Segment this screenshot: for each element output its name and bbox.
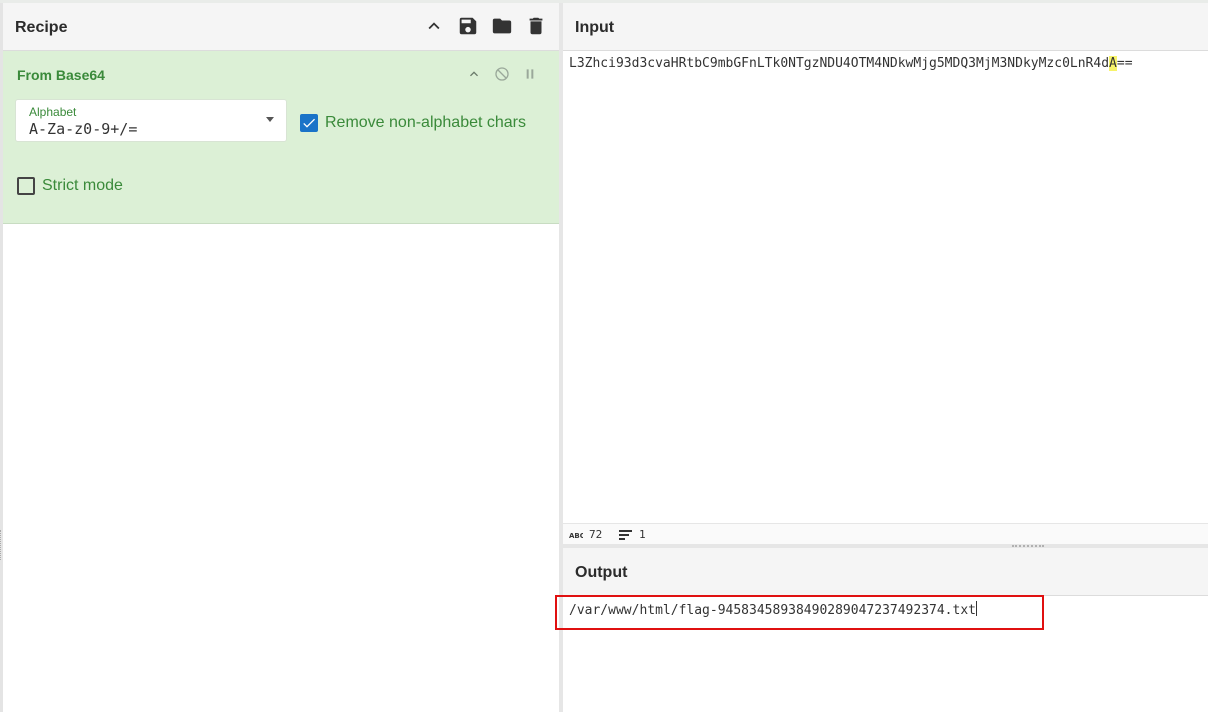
chevron-up-icon (428, 22, 440, 30)
output-title: Output (575, 564, 628, 581)
lines-stat: 1 (619, 528, 646, 541)
operation-title: From Base64 (17, 67, 105, 83)
collapse-all-button[interactable] (421, 13, 447, 39)
folder-icon (492, 18, 512, 34)
operation-from-base64: From Base64 Alphabet A-Za-z0-9+/= Remove… (3, 51, 559, 224)
lines-icon (619, 529, 632, 540)
chevron-up-icon (470, 71, 478, 77)
alphabet-label: Alphabet (29, 105, 77, 119)
remove-non-alphabet-checkbox[interactable]: Remove non-alphabet chars (300, 114, 526, 132)
svg-text:ABC: ABC (569, 532, 583, 540)
output-text: /var/www/html/flag-945834589384902890472… (569, 603, 976, 618)
length-value: 72 (589, 528, 603, 541)
recipe-header: Recipe (3, 3, 559, 51)
pause-icon (526, 69, 534, 79)
alphabet-value: A-Za-z0-9+/= (29, 120, 138, 138)
abc-icon: ABC (569, 532, 583, 540)
block-icon (495, 67, 509, 81)
text-cursor (976, 601, 977, 616)
input-text-end: == (1116, 56, 1133, 71)
recipe-title: Recipe (15, 19, 68, 36)
output-panel: Output /var/www/html/flag-94583458938490… (563, 548, 1208, 712)
caret-down-icon (266, 117, 274, 122)
input-status-bar: ABC 72 1 (563, 523, 1208, 545)
output-textarea[interactable]: /var/www/html/flag-945834589384902890472… (569, 601, 977, 618)
input-panel: Input L3Zhci93d3cvaHRtbC9mbGFnLTk0NTgzND… (563, 3, 1208, 545)
load-recipe-button[interactable] (489, 13, 515, 39)
clear-recipe-button[interactable] (523, 13, 549, 39)
save-icon (459, 17, 477, 35)
output-header: Output (563, 548, 1208, 596)
checkbox-unchecked-icon (17, 177, 35, 195)
operation-pause-button[interactable] (521, 65, 539, 83)
input-textarea[interactable]: L3Zhci93d3cvaHRtbC9mbGFnLTk0NTgzNDU4OTM4… (569, 56, 1133, 71)
input-highlighted-char: A (1109, 56, 1117, 71)
operation-disable-button[interactable] (493, 65, 511, 83)
strict-mode-checkbox[interactable]: Strict mode (17, 177, 123, 195)
strict-mode-label: Strict mode (42, 177, 123, 194)
lines-value: 1 (639, 528, 646, 541)
remove-non-alphabet-label: Remove non-alphabet chars (325, 114, 527, 131)
alphabet-dropdown[interactable]: Alphabet A-Za-z0-9+/= (16, 100, 286, 141)
trash-icon (529, 17, 543, 35)
resize-handle[interactable] (0, 530, 3, 560)
operation-collapse-button[interactable] (465, 65, 483, 83)
input-title: Input (575, 19, 615, 36)
checkbox-checked-icon (300, 114, 318, 132)
recipe-panel: Recipe From Base64 Alphabet A-Za-z0-9+/= (0, 3, 559, 712)
input-header: Input (563, 3, 1208, 51)
input-text: L3Zhci93d3cvaHRtbC9mbGFnLTk0NTgzNDU4OTM4… (569, 56, 1110, 71)
length-stat: ABC 72 (569, 528, 602, 541)
save-recipe-button[interactable] (455, 13, 481, 39)
